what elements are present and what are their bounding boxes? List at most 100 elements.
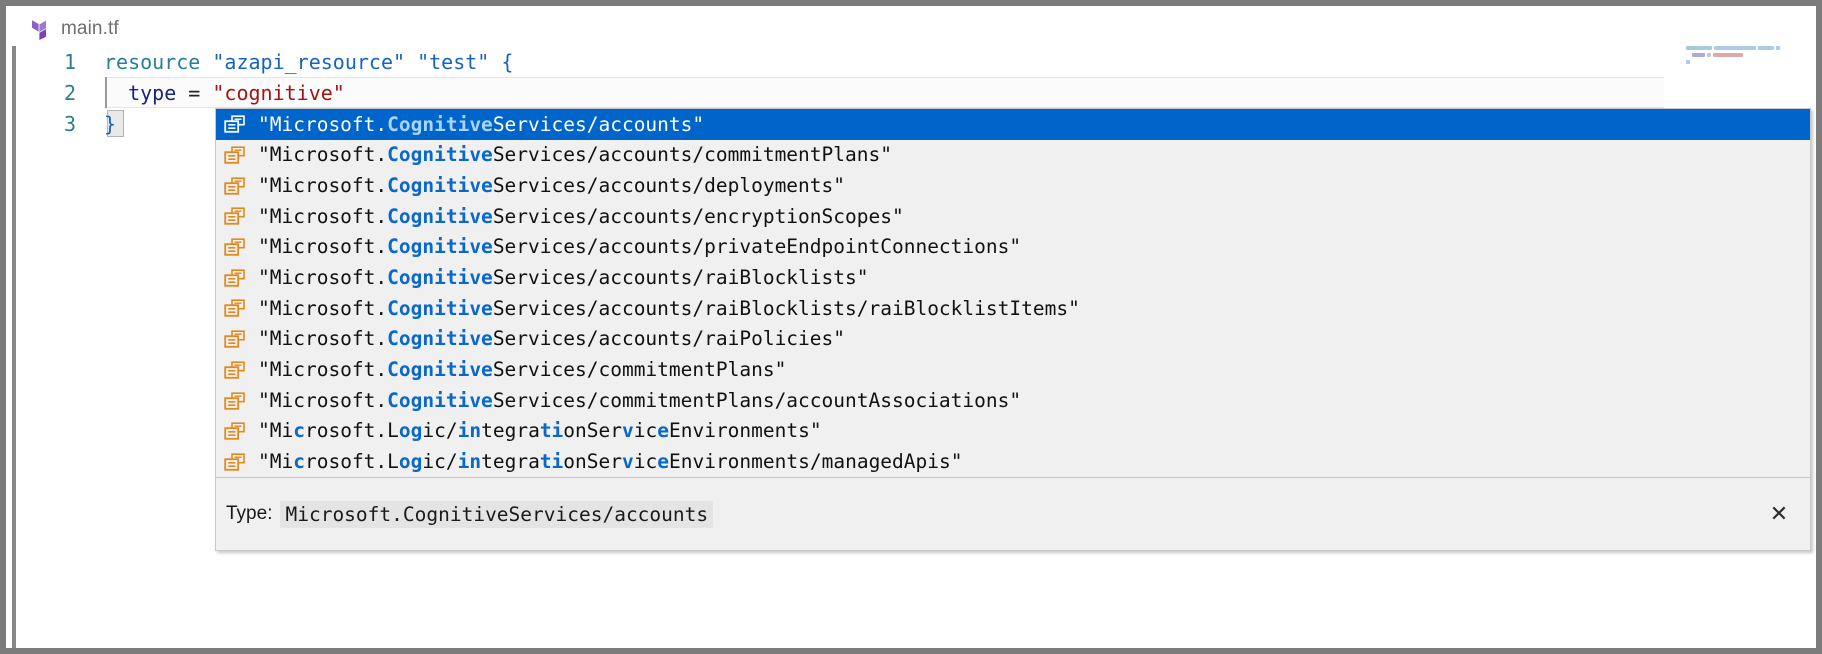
match-highlight: in bbox=[457, 450, 482, 474]
line-number: 1 bbox=[63, 49, 76, 74]
match-highlight: og bbox=[398, 419, 423, 443]
code-token: } bbox=[104, 111, 117, 136]
autocomplete-item[interactable]: "Microsoft.Logic/integrationServiceEnvir… bbox=[216, 416, 1810, 447]
code-line-text: resource "azapi_resource" "test" { bbox=[90, 50, 513, 74]
resource-type-icon bbox=[224, 238, 246, 256]
editor-tab-bar: main.tf bbox=[12, 12, 1816, 46]
label-text: "Microsoft. bbox=[258, 112, 388, 136]
resource-type-icon bbox=[224, 422, 246, 440]
autocomplete-item[interactable]: "Microsoft.CognitiveServices/commitmentP… bbox=[216, 355, 1810, 386]
code-token: = bbox=[176, 80, 213, 105]
label-text: "Microsoft. bbox=[258, 327, 388, 351]
match-highlight: Cognitive bbox=[387, 266, 493, 290]
match-highlight: Cognitive bbox=[387, 327, 493, 351]
match-highlight: Cognitive bbox=[387, 204, 493, 228]
code-token: "test" bbox=[417, 49, 490, 74]
code-token: resource bbox=[104, 49, 213, 74]
label-text: "Mi bbox=[258, 450, 294, 474]
label-text: Services/accounts/deployments" bbox=[492, 173, 846, 197]
autocomplete-item-label: "Microsoft.CognitiveServices/accounts/ra… bbox=[258, 268, 869, 288]
autocomplete-item-label: "Microsoft.CognitiveServices/accounts/ra… bbox=[258, 296, 1080, 320]
terraform-icon bbox=[32, 18, 52, 40]
match-highlight: e bbox=[657, 419, 669, 443]
resource-type-icon bbox=[224, 146, 246, 164]
label-text: tegra bbox=[481, 419, 540, 443]
code-line[interactable]: 2 type = "cognitive" bbox=[12, 77, 1816, 108]
resource-type-icon bbox=[224, 453, 246, 471]
label-text: "Microsoft. bbox=[258, 173, 388, 197]
label-text: ic bbox=[633, 419, 658, 443]
label-text: Services/accounts/commitmentPlans" bbox=[492, 143, 892, 167]
label-text: "Mi bbox=[258, 419, 294, 443]
match-highlight: Cognitive bbox=[387, 112, 493, 136]
match-highlight: ti bbox=[539, 450, 564, 474]
autocomplete-item-label: "Microsoft.CognitiveServices/accounts/ra… bbox=[258, 329, 845, 349]
editor-tab-label: main.tf bbox=[61, 18, 119, 39]
resource-type-icon bbox=[224, 115, 246, 134]
autocomplete-item[interactable]: "Microsoft.CognitiveServices/commitmentP… bbox=[216, 385, 1810, 416]
match-highlight: v bbox=[622, 450, 634, 474]
autocomplete-item[interactable]: "Microsoft.CognitiveServices/accounts/de… bbox=[216, 170, 1810, 201]
autocomplete-item[interactable]: "Microsoft.CognitiveServices/accounts/en… bbox=[216, 201, 1810, 232]
autocomplete-item-label: "Microsoft.CognitiveServices/commitmentP… bbox=[258, 391, 1021, 411]
label-text: Services/accounts/encryptionScopes" bbox=[492, 204, 904, 228]
label-text: Services/accounts" bbox=[492, 112, 705, 136]
code-line-text: } bbox=[90, 112, 116, 136]
match-highlight: ti bbox=[539, 419, 564, 443]
code-line-text: type = "cognitive" bbox=[90, 81, 345, 105]
resource-type-icon bbox=[224, 177, 246, 195]
code-token: "azapi_resource" bbox=[212, 49, 406, 74]
autocomplete-item-selected[interactable]: "Microsoft.CognitiveServices/accounts" bbox=[216, 109, 1810, 140]
autocomplete-item-label: "Microsoft.CognitiveServices/accounts/de… bbox=[258, 176, 845, 196]
code-minimap[interactable] bbox=[1686, 46, 1806, 80]
close-icon[interactable]: ✕ bbox=[1766, 501, 1792, 527]
label-text: Environments" bbox=[668, 419, 822, 443]
label-text: ic bbox=[633, 450, 658, 474]
match-highlight: in bbox=[457, 419, 482, 443]
label-text: "Microsoft. bbox=[258, 204, 388, 228]
autocomplete-item[interactable]: "Microsoft.CognitiveServices/accounts/pr… bbox=[216, 232, 1810, 263]
label-text: onSer bbox=[563, 450, 622, 474]
documentation-label: Type: bbox=[226, 503, 273, 525]
match-highlight: c bbox=[293, 450, 305, 474]
label-text: rosoft.L bbox=[304, 419, 399, 443]
match-highlight: Cognitive bbox=[387, 143, 493, 167]
label-text: "Microsoft. bbox=[258, 266, 388, 290]
autocomplete-item-label: "Microsoft.Logic/integrationServiceEnvir… bbox=[258, 452, 962, 472]
label-text: Services/accounts/raiBlocklists/raiBlock… bbox=[492, 296, 1080, 320]
code-line[interactable]: 1 resource "azapi_resource" "test" { bbox=[12, 46, 1816, 77]
label-text: tegra bbox=[481, 450, 540, 474]
autocomplete-item-label: "Microsoft.CognitiveServices/accounts/en… bbox=[258, 204, 904, 228]
label-text: "Microsoft. bbox=[258, 358, 388, 382]
autocomplete-item[interactable]: "Microsoft.CognitiveServices/accounts/ra… bbox=[216, 324, 1810, 355]
match-highlight: e bbox=[657, 450, 669, 474]
autocomplete-item[interactable]: "Microsoft.Logic/integrationServiceEnvir… bbox=[216, 447, 1810, 478]
autocomplete-item-label: "Microsoft.CognitiveServices/accounts" bbox=[258, 112, 705, 136]
line-number: 2 bbox=[63, 80, 76, 105]
resource-type-icon bbox=[224, 207, 246, 226]
code-token: "cognitive" bbox=[212, 80, 345, 105]
label-text: "Microsoft. bbox=[258, 235, 388, 259]
match-highlight: Cognitive bbox=[387, 388, 493, 412]
label-text: onSer bbox=[563, 419, 622, 443]
editor-tab-main-tf[interactable]: main.tf bbox=[26, 13, 125, 45]
autocomplete-item-label: "Microsoft.CognitiveServices/accounts/co… bbox=[258, 145, 892, 165]
code-token: type bbox=[128, 80, 177, 105]
autocomplete-item[interactable]: "Microsoft.CognitiveServices/accounts/ra… bbox=[216, 293, 1810, 324]
match-highlight: Cognitive bbox=[387, 235, 493, 259]
match-highlight: Cognitive bbox=[387, 173, 493, 197]
autocomplete-list[interactable]: "Microsoft.CognitiveServices/accounts" "M… bbox=[216, 109, 1810, 478]
editor-window: main.tf 1 resource "azapi_resource" "test… bbox=[0, 0, 1822, 654]
line-number: 3 bbox=[63, 111, 76, 136]
label-text: Services/accounts/raiBlocklists" bbox=[492, 266, 869, 290]
resource-type-icon bbox=[224, 330, 246, 348]
autocomplete-item[interactable]: "Microsoft.CognitiveServices/accounts/co… bbox=[216, 140, 1810, 171]
autocomplete-item[interactable]: "Microsoft.CognitiveServices/accounts/ra… bbox=[216, 262, 1810, 293]
autocomplete-item-label: "Microsoft.Logic/integrationServiceEnvir… bbox=[258, 421, 822, 441]
autocomplete-item-label: "Microsoft.CognitiveServices/commitmentP… bbox=[258, 360, 786, 380]
label-text: ic/ bbox=[422, 419, 458, 443]
autocomplete-popup[interactable]: "Microsoft.CognitiveServices/accounts" "M… bbox=[215, 108, 1811, 552]
label-text: Services/accounts/privateEndpointConnect… bbox=[492, 235, 1022, 259]
autocomplete-documentation-panel: Type: Microsoft.CognitiveServices/accoun… bbox=[216, 477, 1810, 551]
